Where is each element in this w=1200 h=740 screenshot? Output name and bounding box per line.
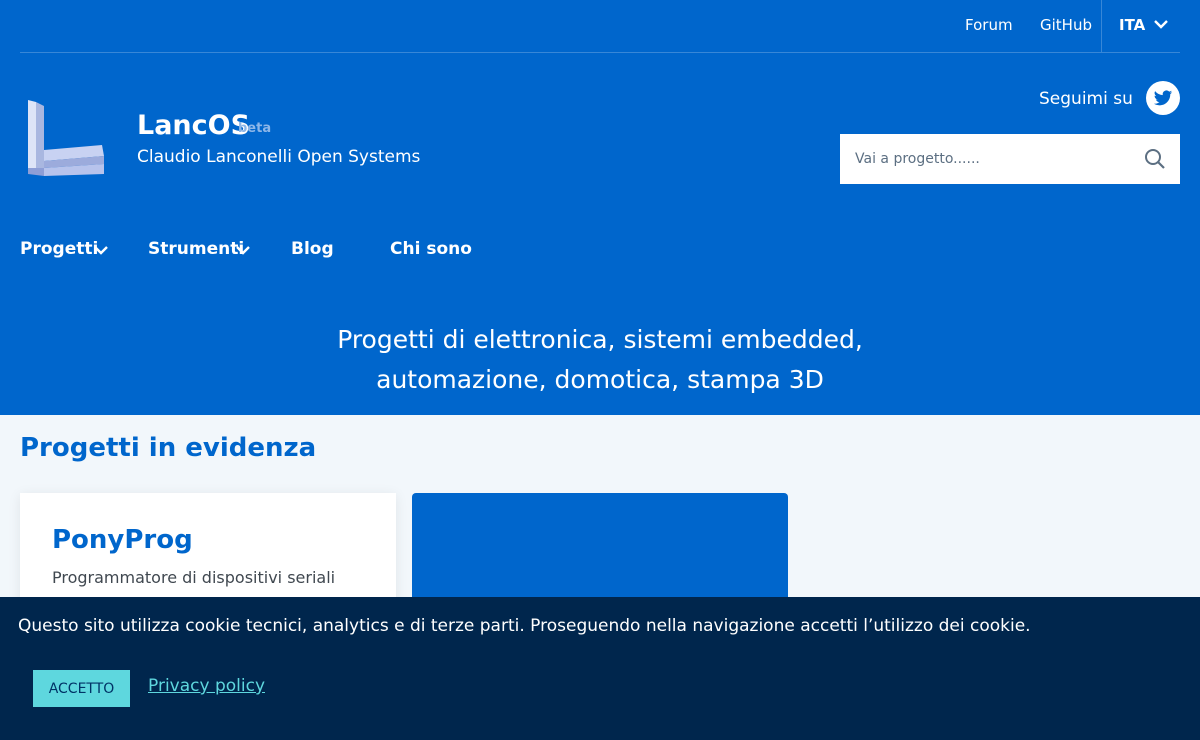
- chevron-down-icon[interactable]: [1153, 16, 1169, 32]
- cookie-message: Questo sito utilizza cookie tecnici, ana…: [18, 616, 1031, 636]
- card-description: Programmatore di dispositivi seriali: [52, 568, 336, 587]
- card-title[interactable]: PonyProg: [52, 525, 193, 555]
- language-selector[interactable]: ITA: [1119, 16, 1145, 34]
- github-link[interactable]: GitHub: [1040, 16, 1092, 34]
- top-bar: Forum GitHub ITA: [20, 0, 1180, 53]
- lancos-logo[interactable]: [24, 98, 106, 176]
- follow-label: Seguimi su: [1039, 89, 1133, 109]
- privacy-policy-link[interactable]: Privacy policy: [148, 676, 265, 696]
- forum-link[interactable]: Forum: [965, 16, 1013, 34]
- accept-cookies-button[interactable]: ACCETTO: [33, 670, 130, 707]
- language-divider: [1101, 0, 1102, 52]
- search-input[interactable]: [840, 134, 1130, 184]
- twitter-icon: [1153, 90, 1173, 106]
- site-title[interactable]: LancOS: [137, 110, 250, 141]
- site-subtitle: Claudio Lanconelli Open Systems: [137, 147, 421, 167]
- search-icon[interactable]: [1143, 147, 1167, 171]
- section-title: Progetti in evidenza: [20, 433, 317, 463]
- nav-item-blog[interactable]: Blog: [291, 239, 334, 259]
- nav-item-chi-sono[interactable]: Chi sono: [390, 239, 472, 259]
- beta-badge: beta: [238, 121, 272, 136]
- hero-line-2: automazione, domotica, stampa 3D: [376, 365, 824, 394]
- chevron-down-icon[interactable]: [93, 242, 109, 258]
- cookie-banner: Questo sito utilizza cookie tecnici, ana…: [0, 597, 1200, 740]
- site-header: Forum GitHub ITA LancOS beta Claudio Lan…: [0, 0, 1200, 415]
- nav-item-strumenti[interactable]: Strumenti: [148, 239, 244, 259]
- hero-tagline: Progetti di elettronica, sistemi embedde…: [0, 320, 1200, 400]
- nav-item-progetti[interactable]: Progetti: [20, 239, 98, 259]
- twitter-button[interactable]: [1146, 81, 1180, 115]
- chevron-down-icon[interactable]: [235, 242, 251, 258]
- search-box: [840, 134, 1180, 184]
- hero-line-1: Progetti di elettronica, sistemi embedde…: [337, 325, 863, 354]
